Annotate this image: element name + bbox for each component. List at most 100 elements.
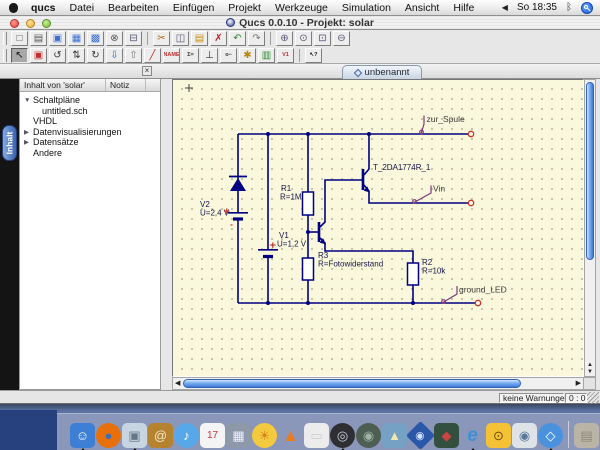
menu-datei[interactable]: Datei — [70, 2, 95, 14]
toolbar-rotate-ccw-button[interactable]: ↺ — [49, 48, 66, 63]
toolbar-mirror-x-button[interactable]: ⇅ — [68, 48, 85, 63]
dock-gimp-icon[interactable]: ◆ — [434, 423, 459, 448]
disclosure-open-icon[interactable]: ▼ — [24, 97, 33, 104]
scroll-right-icon[interactable]: ▶ — [576, 379, 581, 388]
toolbar-save-button[interactable]: ▦ — [68, 31, 85, 46]
toolbar-whats-this-help-button[interactable]: ↖? — [305, 48, 322, 63]
tree-item-untitled-sch[interactable]: untitled.sch — [20, 106, 160, 117]
bluetooth-icon[interactable]: ᛒ — [566, 2, 572, 13]
toolbar-view-data-display-button[interactable]: ▥ — [258, 48, 275, 63]
open-nodes[interactable] — [468, 131, 480, 305]
tree-item-datenvisualisierungen[interactable]: ▶Datenvisualisierungen — [20, 127, 160, 138]
toolbar-new-button[interactable]: □ — [11, 31, 28, 46]
schematic[interactable]: V2 U=2,4 V V1 U=1,2 V R1 R=1M R3 R=Fotow… — [173, 80, 583, 376]
toolbar-select-button[interactable]: ↖ — [11, 48, 28, 63]
window-resize-grip[interactable] — [587, 392, 599, 404]
menu-einf-gen[interactable]: Einfügen — [173, 2, 214, 14]
apple-menu-icon[interactable] — [9, 3, 18, 13]
toolbar-insert-wire-button[interactable]: ╱ — [144, 48, 161, 63]
menu-bearbeiten[interactable]: Bearbeiten — [108, 2, 159, 14]
schematic-canvas[interactable]: V2 U=2,4 V V1 U=1,2 V R1 R=1M R3 R=Fotow… — [172, 79, 584, 377]
toolbar-close-button[interactable]: ⊗ — [106, 31, 123, 46]
dock-internet-explorer-icon[interactable]: e — [460, 423, 485, 448]
toolbar-zoom-fit-button[interactable]: ⊡ — [314, 31, 331, 46]
tree-item-vhdl[interactable]: VHDL — [20, 116, 160, 127]
disclosure-closed-icon[interactable]: ▶ — [24, 138, 33, 146]
toolbar-cut-button[interactable]: ✂ — [153, 31, 170, 46]
vertical-scrollbar-arrows[interactable]: ▲▼ — [585, 362, 595, 376]
tree-item-andere[interactable]: Andere — [20, 148, 160, 159]
dock-sherlock-icon[interactable]: ⊙ — [486, 423, 511, 448]
dock-safari-icon[interactable]: ◇ — [538, 423, 563, 448]
close-window-button[interactable] — [10, 19, 19, 28]
scroll-left-icon[interactable]: ◀ — [175, 379, 180, 388]
toolbar-insert-wire-label-button[interactable]: NAME — [163, 48, 180, 63]
toolbar-undo-button[interactable]: ↶ — [229, 31, 246, 46]
dock-ical-icon[interactable]: 17 — [200, 423, 225, 448]
zoom-window-button[interactable] — [42, 19, 51, 28]
dock-preview-icon[interactable]: ▣ — [122, 423, 147, 448]
t2-name[interactable]: T_2DA1774R_1 — [373, 163, 431, 172]
window-title-bar[interactable]: Qucs 0.0.10 - Projekt: solar — [0, 16, 600, 30]
toolbar-new-text-button[interactable]: ▤ — [30, 31, 47, 46]
menu-qucs[interactable]: qucs — [31, 2, 56, 14]
dock-vlc-cone-icon[interactable]: ▲ — [278, 423, 303, 448]
toolbar-zoom-actual-button[interactable]: ⊙ — [295, 31, 312, 46]
toolbar-zoom-in-button[interactable]: ⊕ — [276, 31, 293, 46]
toolbar-paste-button[interactable]: ▤ — [191, 31, 208, 46]
volume-icon[interactable]: ◀ — [502, 3, 508, 12]
toolbar-simulate-button[interactable]: ✱ — [239, 48, 256, 63]
toolbar-rotate-button[interactable]: ↻ — [87, 48, 104, 63]
dock-address-book-icon[interactable]: @ — [148, 423, 173, 448]
resistor-r1[interactable] — [303, 192, 314, 215]
sidebar-tab-inhalt[interactable]: Inhalt — [2, 125, 17, 161]
menu-simulation[interactable]: Simulation — [342, 2, 391, 14]
node-label-zur-spule[interactable]: zur_Spule — [427, 114, 466, 124]
dock-dvd-player-icon[interactable]: ◉ — [356, 423, 381, 448]
dock-finder-icon[interactable]: ☺ — [70, 423, 95, 448]
dock-calculator-icon[interactable]: ▦ — [226, 423, 251, 448]
dock-stickies-icon[interactable]: ▭ — [304, 423, 329, 448]
menu-bar-clock[interactable]: So 18:35 — [517, 2, 557, 13]
dock-photos-icon[interactable]: ▲ — [382, 423, 407, 448]
disclosure-closed-icon[interactable]: ▶ — [24, 128, 33, 136]
toolbar-move-component-text-button[interactable]: ▣ — [30, 48, 47, 63]
dock-quicksilver-icon[interactable]: ◉ — [406, 421, 435, 450]
toolbar-insert-source-button[interactable]: V1 — [277, 48, 294, 63]
r3-value[interactable]: R=Fotowiderstand — [318, 260, 383, 269]
toolbar-insert-ground-button[interactable]: ⊥ — [201, 48, 218, 63]
r2-value[interactable]: R=10k — [422, 267, 446, 276]
sidebar-header-notiz[interactable]: Notiz — [106, 79, 146, 91]
horizontal-scrollbar-thumb[interactable] — [183, 379, 521, 388]
toolbar-handle[interactable] — [3, 49, 7, 62]
menu-werkzeuge[interactable]: Werkzeuge — [275, 2, 328, 14]
node-label-vin[interactable]: Vin — [433, 184, 445, 194]
toolbar-save-all-button[interactable]: ▩ — [87, 31, 104, 46]
dock-iphoto-icon[interactable]: ◉ — [512, 423, 537, 448]
scroll-up-icon[interactable]: ▲ — [585, 362, 595, 369]
resistor-r2[interactable] — [408, 263, 419, 285]
wires[interactable] — [238, 134, 475, 303]
battery-v2-symbol[interactable] — [228, 213, 248, 219]
sidebar-close-icon[interactable]: × — [142, 66, 152, 76]
tab-unbenannt[interactable]: unbenannt — [342, 65, 422, 79]
dock-firefox-icon[interactable]: ● — [96, 423, 121, 448]
toolbar-handle[interactable] — [3, 32, 7, 45]
toolbar-pop-out-button[interactable]: ⇧ — [125, 48, 142, 63]
diode-symbol[interactable] — [229, 177, 247, 192]
toolbar-copy-button[interactable]: ◫ — [172, 31, 189, 46]
spotlight-icon[interactable] — [581, 2, 593, 14]
toolbar-insert-port-button[interactable]: o− — [220, 48, 237, 63]
tree-item-schaltpl-ne[interactable]: ▼Schaltpläne — [20, 95, 160, 106]
toolbar-zoom-out-button[interactable]: ⊖ — [333, 31, 350, 46]
r1-value[interactable]: R=1M — [280, 193, 302, 202]
tree-item-datens-tze[interactable]: ▶Datensätze — [20, 137, 160, 148]
toolbar-delete-button[interactable]: ✗ — [210, 31, 227, 46]
toolbar-push-into-subcircuit-button[interactable]: ⇩ — [106, 48, 123, 63]
horizontal-scrollbar[interactable]: ◀ ▶ — [172, 377, 584, 390]
dock-nvu-icon[interactable]: ☀ — [252, 423, 277, 448]
resistor-r3[interactable] — [303, 258, 314, 280]
toolbar-insert-equation-button[interactable]: Σ= — [182, 48, 199, 63]
vertical-scrollbar[interactable]: ▲▼ — [584, 79, 596, 377]
dock-camera-lens-icon[interactable]: ◎ — [330, 423, 355, 448]
